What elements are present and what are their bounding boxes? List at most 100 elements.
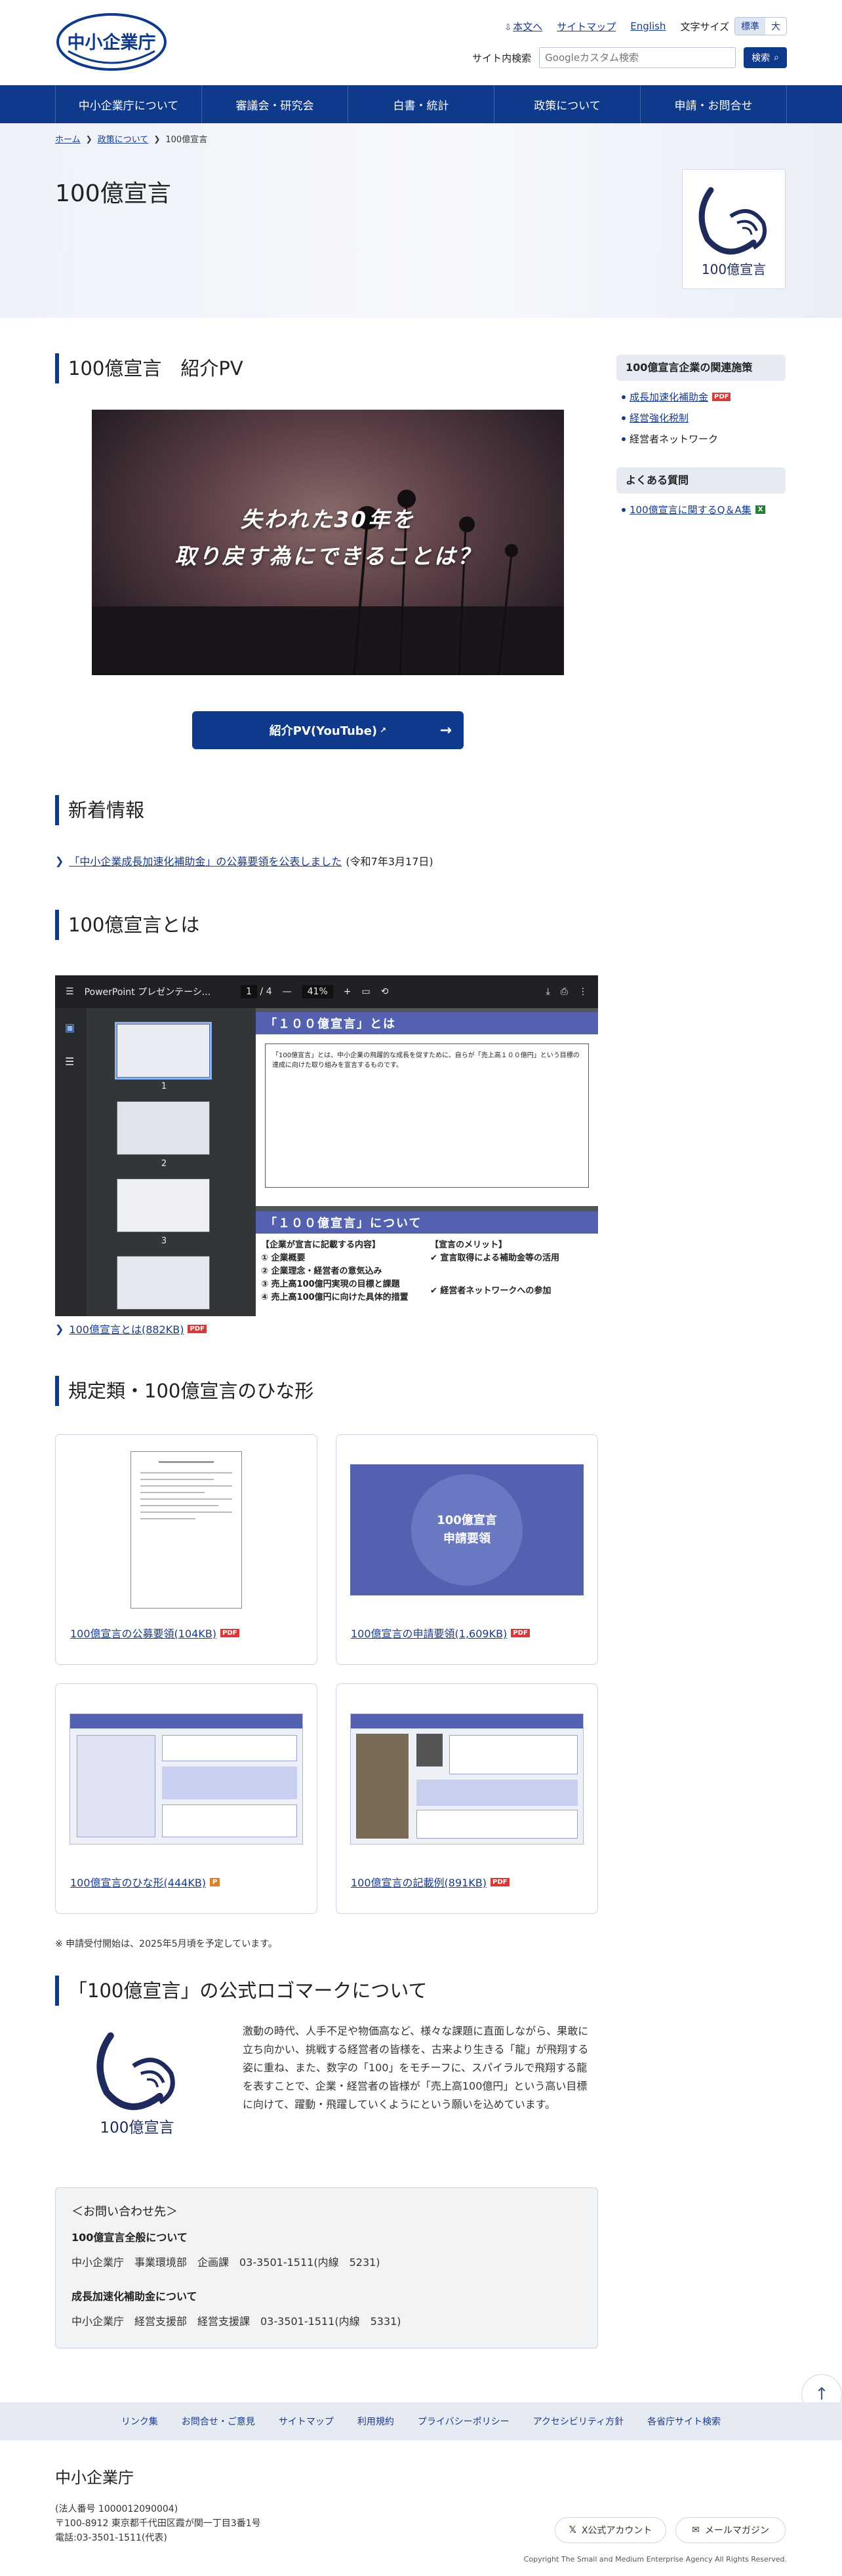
footer-link-sitemap[interactable]: サイトマップ [279, 2415, 334, 2428]
menu-icon[interactable]: ☰ [66, 986, 74, 997]
utility-links: ⇩ 本文へ サイトマップ English 文字サイズ 標準 大 [504, 17, 787, 35]
sidebar-item-network: 経営者ネットワーク [622, 432, 718, 446]
contact-group-body: 中小企業庁 経営支援部 経営支援課 03-3501-1511(内線 5331) [71, 2315, 401, 2328]
document-thumbnail [69, 1448, 304, 1612]
font-size-switch: 文字サイズ 標準 大 [680, 17, 787, 35]
svg-text:100億宣言: 100億宣言 [702, 262, 766, 277]
form-card[interactable]: 100億宣言 申請要領 100億宣言の申請要領(1,609KB) PDF [336, 1434, 598, 1665]
document-thumbnail [69, 1697, 304, 1861]
breadcrumb-home[interactable]: ホーム [55, 132, 81, 145]
thumbnail-number: 3 [161, 1236, 167, 1246]
pdf-icon: PDF [491, 1877, 510, 1886]
sidebar-item-faq[interactable]: 100億宣言に関するQ＆A集 X [622, 503, 766, 517]
about-pdf-link[interactable]: 100億宣言とは(882KB) [69, 1321, 184, 1337]
site-logo[interactable]: 中小企業庁 [55, 12, 168, 72]
contact-title: ＜お問い合わせ先＞ [71, 2205, 178, 2219]
slide-1-body: 「100億宣言」とは、中小企業の飛躍的な成長を促すために、自らが「売上高１００億… [265, 1044, 589, 1188]
section-title-logo: 「100億宣言」の公式ロゴマークについて [55, 1976, 427, 2006]
form-card-link[interactable]: 100億宣言の申請要領(1,609KB) [351, 1625, 507, 1641]
application-note: ※ 申請受付開始は、2025年5月頃を予定しています。 [55, 1939, 277, 1949]
search-button[interactable]: 検索 ⌕ [744, 47, 787, 68]
x-account-button[interactable]: 𝕏 X公式アカウント [555, 2517, 666, 2543]
pdf-icon: PDF [220, 1628, 239, 1637]
footer-link-ministries[interactable]: 各省庁サイト検索 [647, 2415, 721, 2428]
footer-link-contact[interactable]: お問合せ・ご意見 [182, 2415, 255, 2428]
official-logo: 100億宣言 [55, 2016, 219, 2147]
form-card[interactable]: 100億宣言のひな形(444KB) P [55, 1683, 317, 1914]
nav-item-council[interactable]: 審議会・研究会 [202, 85, 348, 123]
rotate-icon[interactable]: ⟲ [381, 986, 389, 997]
news-link[interactable]: 「中小企業成長加速化補助金」の公募要領を公表しました [69, 853, 342, 868]
bullet-icon [622, 416, 626, 420]
dragon-spiral-logo-icon: 100億宣言 [96, 2032, 175, 2136]
footer-corporate-number: (法人番号 1000012090004) [55, 2504, 178, 2514]
bullet-icon [622, 507, 626, 512]
search-icon: ⌕ [774, 52, 779, 63]
chevron-right-icon: ❯ [153, 134, 161, 144]
chevron-right-icon: ❯ [85, 134, 92, 144]
page-hero: ホーム ❯ 政策について ❯ 100億宣言 100億宣言 100億宣言 [0, 123, 842, 318]
pdf-thumbnail[interactable] [117, 1101, 210, 1155]
arrow-up-icon: ↑ [814, 2385, 829, 2404]
breadcrumb-current: 100億宣言 [165, 135, 208, 145]
sidebar-related-heading: 100億宣言企業の関連施策 [616, 355, 786, 381]
section-title-about: 100億宣言とは [55, 910, 199, 940]
pdf-slide-1: 「１００億宣言」とは 「100億宣言」とは、中小企業の飛躍的な成長を促すために、… [256, 1012, 598, 1206]
search-input[interactable] [539, 47, 736, 68]
chevron-right-icon: ❯ [55, 854, 64, 867]
pv-youtube-button[interactable]: 紹介PV(YouTube) ↗ → [192, 711, 464, 749]
thumbnails-icon[interactable]: ▣ [65, 1021, 75, 1034]
pdf-thumbnail[interactable] [115, 1022, 212, 1080]
english-link[interactable]: English [630, 20, 666, 32]
svg-text:100億宣言: 100億宣言 [100, 2119, 174, 2136]
thumbnail-number: 1 [161, 1082, 167, 1091]
footer-address: 〒100-8912 東京都千代田区霞が関一丁目3番1号 [55, 2518, 261, 2529]
section-title-pv: 100億宣言 紹介PV [55, 353, 243, 383]
search-label: サイト内検索 [472, 52, 532, 64]
outline-icon[interactable]: ☰ [65, 1055, 74, 1068]
contact-box: ＜お問い合わせ先＞ 100億宣言全般について 中小企業庁 事業環境部 企画課 0… [55, 2187, 598, 2349]
nav-item-whitepaper[interactable]: 白書・統計 [348, 85, 494, 123]
form-card-link[interactable]: 100億宣言のひな形(444KB) [70, 1874, 206, 1890]
thumbnail-number: 2 [161, 1159, 167, 1169]
font-size-large-button[interactable]: 大 [765, 18, 786, 35]
pdf-thumbnail[interactable] [117, 1179, 210, 1232]
mail-icon: ✉ [692, 2525, 700, 2535]
more-icon[interactable]: ⋮ [578, 986, 588, 997]
sidebar-item-tax[interactable]: 経営強化税制 [622, 411, 689, 425]
footer-link-privacy[interactable]: プライバシーポリシー [418, 2415, 510, 2428]
fit-page-icon[interactable]: ▭ [361, 986, 370, 997]
zoom-in-icon[interactable]: + [344, 986, 351, 997]
pdf-icon: PDF [511, 1628, 530, 1637]
print-icon[interactable]: ⎙ [561, 986, 568, 997]
zoom-out-icon[interactable]: — [283, 986, 292, 997]
pv-video-thumbnail[interactable]: 失われた30年を 取り戻す為にできることは？ [92, 410, 564, 675]
contact-group-heading: 成長加速化補助金について [71, 2290, 197, 2303]
footer-link-accessibility[interactable]: アクセシビリティ方針 [533, 2415, 624, 2428]
bullet-icon [622, 437, 626, 441]
sidebar-item-growth-subsidy[interactable]: 成長加速化補助金 PDF [622, 390, 731, 404]
skip-link[interactable]: ⇩ 本文へ [504, 20, 542, 33]
footer-link-links[interactable]: リンク集 [121, 2415, 158, 2428]
form-card[interactable]: 100億宣言の公募要領(104KB) PDF [55, 1434, 317, 1665]
footer-link-terms[interactable]: 利用規約 [357, 2415, 394, 2428]
sitemap-link[interactable]: サイトマップ [557, 20, 616, 33]
section-title-forms: 規定類・100億宣言のひな形 [55, 1376, 313, 1406]
font-size-label: 文字サイズ [680, 20, 729, 33]
site-search: サイト内検索 検索⌕ [472, 47, 787, 68]
download-icon[interactable]: ⤓ [546, 986, 550, 997]
mail-magazine-button[interactable]: ✉ メールマガジン [675, 2517, 786, 2543]
pdf-viewer[interactable]: ☰ PowerPoint プレゼンテーシ... 1 / 4 — 41% + ▭ … [55, 975, 598, 1316]
dragon-spiral-logo-icon: 100億宣言 [698, 187, 767, 277]
nav-item-about[interactable]: 中小企業庁について [55, 85, 202, 123]
form-card-link[interactable]: 100億宣言の公募要領(104KB) [70, 1625, 216, 1641]
nav-item-policy[interactable]: 政策について [494, 85, 641, 123]
site-header: 中小企業庁 ⇩ 本文へ サイトマップ English 文字サイズ 標準 大 サイト… [0, 0, 842, 85]
nav-item-application[interactable]: 申請・お問合せ [641, 85, 787, 123]
pdf-thumbnail[interactable] [117, 1256, 210, 1310]
logo-ellipse-icon: 中小企業庁 [56, 13, 167, 71]
font-size-standard-button[interactable]: 標準 [735, 18, 765, 35]
form-card[interactable]: 100億宣言の記載例(891KB) PDF [336, 1683, 598, 1914]
breadcrumb-policy[interactable]: 政策について [98, 132, 149, 145]
form-card-link[interactable]: 100億宣言の記載例(891KB) [351, 1874, 487, 1890]
